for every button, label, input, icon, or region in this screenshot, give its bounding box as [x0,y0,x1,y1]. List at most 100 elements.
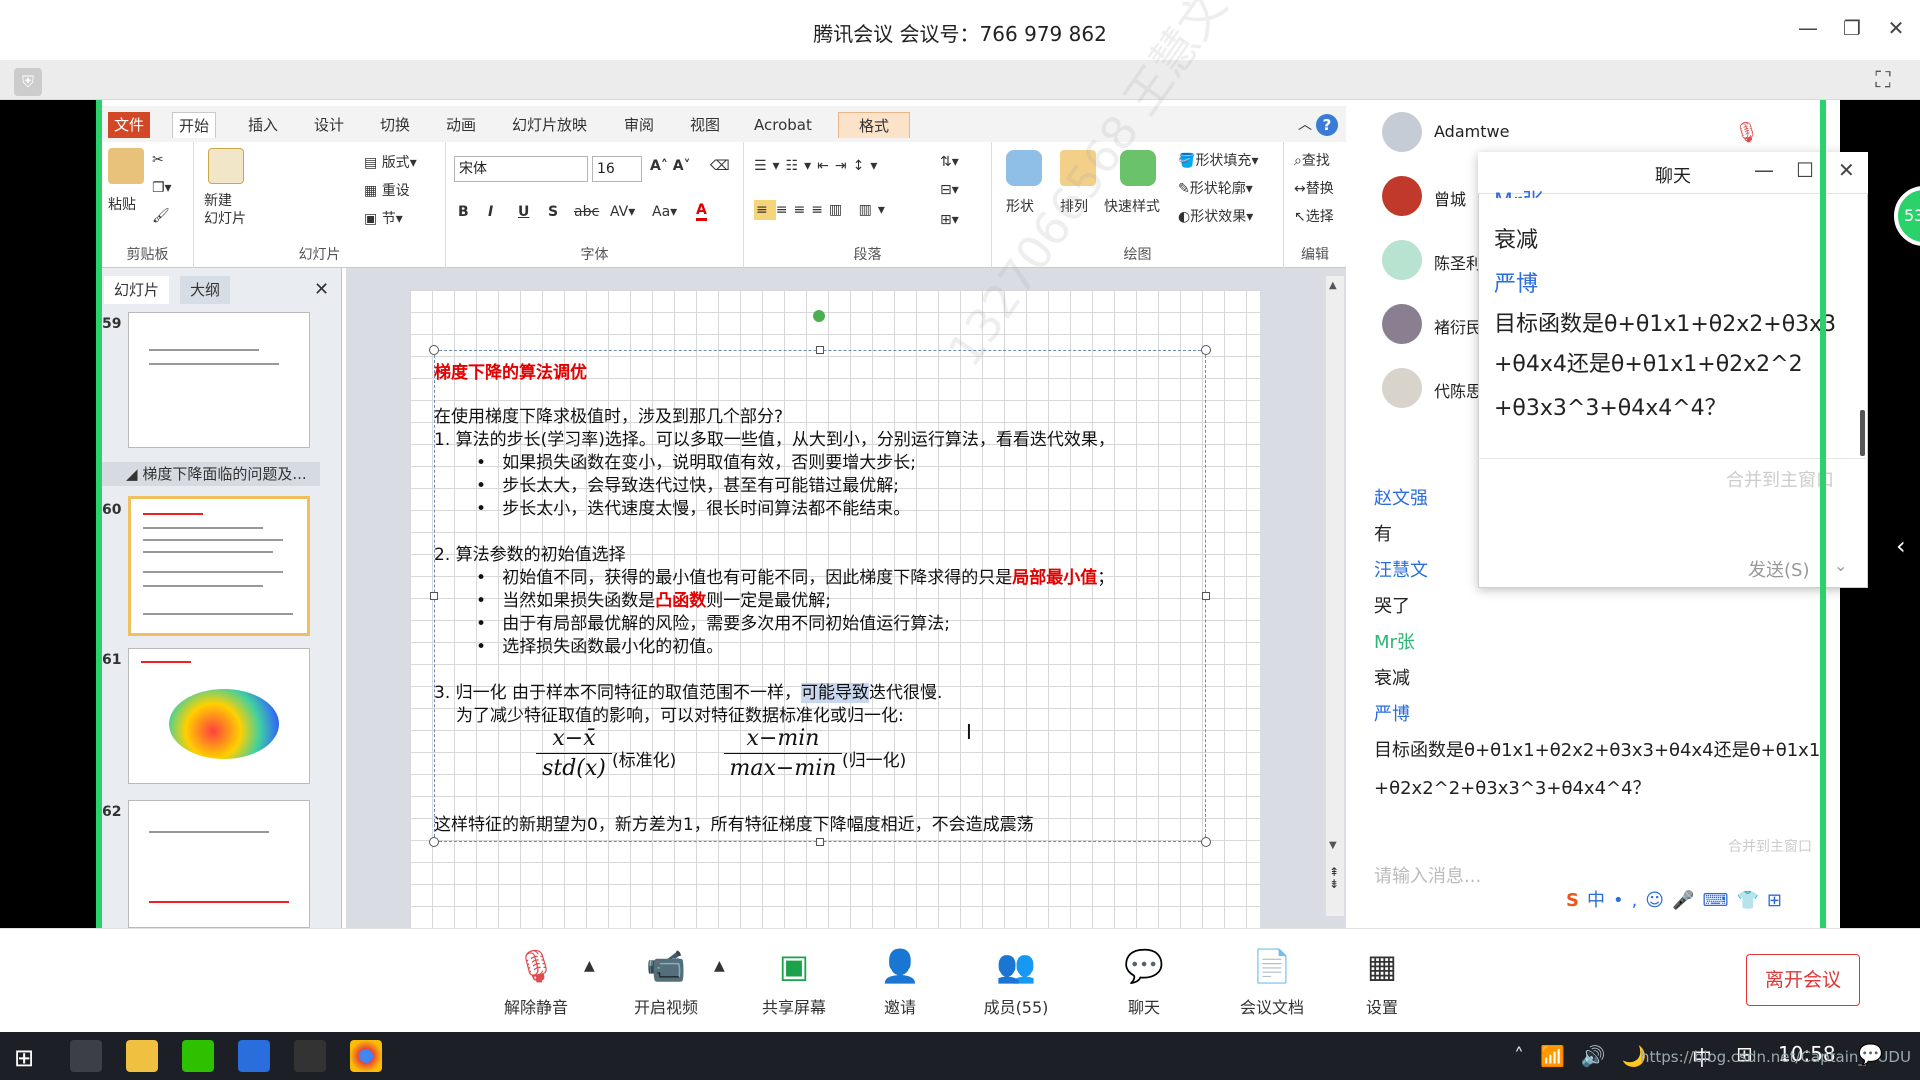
badge-count[interactable]: 53 [1894,186,1920,246]
resize-handle[interactable] [816,346,824,354]
align-left-icon[interactable]: ≡ [754,200,776,220]
layout-button[interactable]: ▤ 版式▾ [364,152,417,172]
tab-review[interactable]: 审阅 [618,112,660,138]
section-button[interactable]: ▣ 节▾ [364,208,403,228]
chat-button[interactable]: 💬 聊天 [1094,944,1194,1018]
mail-icon[interactable] [70,1040,102,1072]
popup-close-icon[interactable]: ✕ [1838,158,1855,182]
tab-design[interactable]: 设计 [308,112,350,138]
security-shield-icon[interactable]: ⛨ [14,68,42,96]
clear-format-icon[interactable]: ⌫ [710,158,730,174]
audio-options-icon[interactable]: ▲ [584,958,595,974]
rotate-handle[interactable] [813,310,825,322]
resize-handle[interactable] [429,345,439,355]
tab-animations[interactable]: 动画 [440,112,482,138]
new-slide-icon[interactable] [208,148,244,184]
help-icon[interactable]: ? [1316,114,1338,136]
resize-handle[interactable] [816,838,824,846]
replace-button[interactable]: ↔替换 [1294,178,1334,198]
send-options-icon[interactable]: ⌄ [1834,556,1847,575]
file-explorer-icon[interactable] [126,1040,158,1072]
format-painter-icon[interactable]: 🖌 [152,208,170,224]
invite-button[interactable]: 👤 邀请 [850,944,950,1018]
ime-toolbar[interactable]: S中•,☺🎤⌨👕⊞ [1566,886,1790,912]
align-text-icon[interactable]: ⊟▾ [940,182,959,198]
smartart-icon[interactable]: ⊞▾ [940,212,959,228]
tab-outline[interactable]: 大纲 [180,276,231,304]
tab-format[interactable]: 格式 [838,112,910,138]
slide-scrollbar[interactable]: ▲ ▼ ⇞ ⇟ [1326,276,1344,916]
restore-icon[interactable]: ❐ [1840,16,1864,40]
grow-font-icon[interactable]: A˄ A˅ [650,158,691,174]
resize-handle[interactable] [1201,837,1211,847]
section-header[interactable]: ◢ 梯度下降面临的问题及... [102,462,320,486]
char-spacing-icon[interactable]: AV▾ [610,204,635,220]
scroll-down-icon[interactable]: ▼ [1329,840,1337,851]
text-direction-icon[interactable]: ⇅▾ [940,154,959,170]
close-icon[interactable]: ✕ [1884,16,1908,40]
start-video-button[interactable]: 📹 开启视频 [616,944,716,1018]
font-size-select[interactable]: 16 [592,156,642,182]
shadow-icon[interactable]: S [548,204,558,220]
underline-icon[interactable]: U [518,204,529,220]
member-row[interactable]: Adamtwe 🎙 [1382,108,1759,158]
quick-styles-button[interactable]: 快速样式 [1104,196,1160,216]
slide-thumbnail-selected[interactable] [128,496,310,636]
tab-view[interactable]: 视图 [684,112,726,138]
share-screen-button[interactable]: ▣ 共享屏幕 [744,944,844,1018]
scroll-up-icon[interactable]: ▲ [1329,280,1337,291]
expand-panel-icon[interactable]: ‹ [1896,532,1906,560]
unmute-button[interactable]: 🎙 解除静音 [486,944,586,1018]
tab-slides[interactable]: 幻灯片 [104,276,170,304]
shapes-icon[interactable] [1006,150,1042,186]
merge-to-main-link[interactable]: 合并到主窗口 [1728,836,1812,856]
resize-handle[interactable] [1202,592,1210,600]
chat-input[interactable]: 请输入消息... [1374,862,1481,888]
font-name-select[interactable]: 宋体 [454,156,588,182]
shape-effects-button[interactable]: ◐形状效果▾ [1178,206,1253,226]
tab-slideshow[interactable]: 幻灯片放映 [506,112,593,138]
resize-handle[interactable] [430,592,438,600]
shape-outline-button[interactable]: ✎形状轮廓▾ [1178,178,1253,198]
popup-merge-link[interactable]: 合并到主窗口 [1726,466,1834,492]
slide-thumbnail[interactable] [128,312,310,448]
popup-maximize-icon[interactable]: ☐ [1796,158,1814,182]
notification-icon[interactable]: 💬 [1858,1042,1883,1066]
change-case-icon[interactable]: Aa▾ [652,204,677,220]
strikethrough-icon[interactable]: abc [574,204,599,220]
popup-scrollbar[interactable] [1860,410,1865,456]
slide-thumbnail[interactable] [128,648,310,784]
leave-meeting-button[interactable]: 离开会议 [1746,954,1860,1006]
list-buttons[interactable]: ☰▾☷▾⇤⇥↕▾ [754,158,883,174]
wechat-icon[interactable] [182,1040,214,1072]
start-icon[interactable]: ⊞ [14,1044,34,1072]
prev-slide-icon[interactable]: ⇞ ⇟ [1329,866,1339,890]
bold-icon[interactable]: B [458,204,469,220]
new-slide-button[interactable]: 新建 幻灯片 [204,192,246,228]
terminal-icon[interactable] [294,1040,326,1072]
italic-icon[interactable]: I [488,204,493,220]
copy-icon[interactable]: ❐▾ [152,180,172,196]
settings-button[interactable]: ▦ 设置 [1332,944,1432,1018]
resize-handle[interactable] [1201,345,1211,355]
font-color-icon[interactable]: A [696,202,707,221]
popup-minimize-icon[interactable]: — [1754,158,1774,182]
tencent-meeting-icon[interactable] [238,1040,270,1072]
fullscreen-icon[interactable]: ⛶ [1868,66,1898,96]
chrome-icon[interactable] [350,1040,382,1072]
members-button[interactable]: 👥 成员(55) [966,944,1066,1018]
selected-text[interactable]: 可能导致 [801,683,870,703]
select-button[interactable]: ↖选择 [1294,206,1334,226]
slide-thumbnail[interactable] [128,800,310,928]
paste-button[interactable]: 粘贴 [108,194,136,214]
sogou-icon[interactable]: S [1566,890,1587,911]
shape-fill-button[interactable]: 🪣形状填充▾ [1178,150,1258,170]
cut-icon[interactable]: ✂ [152,152,164,168]
tab-file[interactable]: 文件 [108,112,151,138]
meeting-docs-button[interactable]: 📄 会议文档 [1222,944,1322,1018]
pane-close-icon[interactable]: ✕ [314,276,329,304]
align-buttons[interactable]: ≡ ≡≡≡▥ ▥▾ [754,200,891,220]
reset-button[interactable]: ▦ 重设 [364,180,410,200]
find-button[interactable]: ⌕查找 [1294,150,1330,170]
tab-home[interactable]: 开始 [172,112,217,138]
